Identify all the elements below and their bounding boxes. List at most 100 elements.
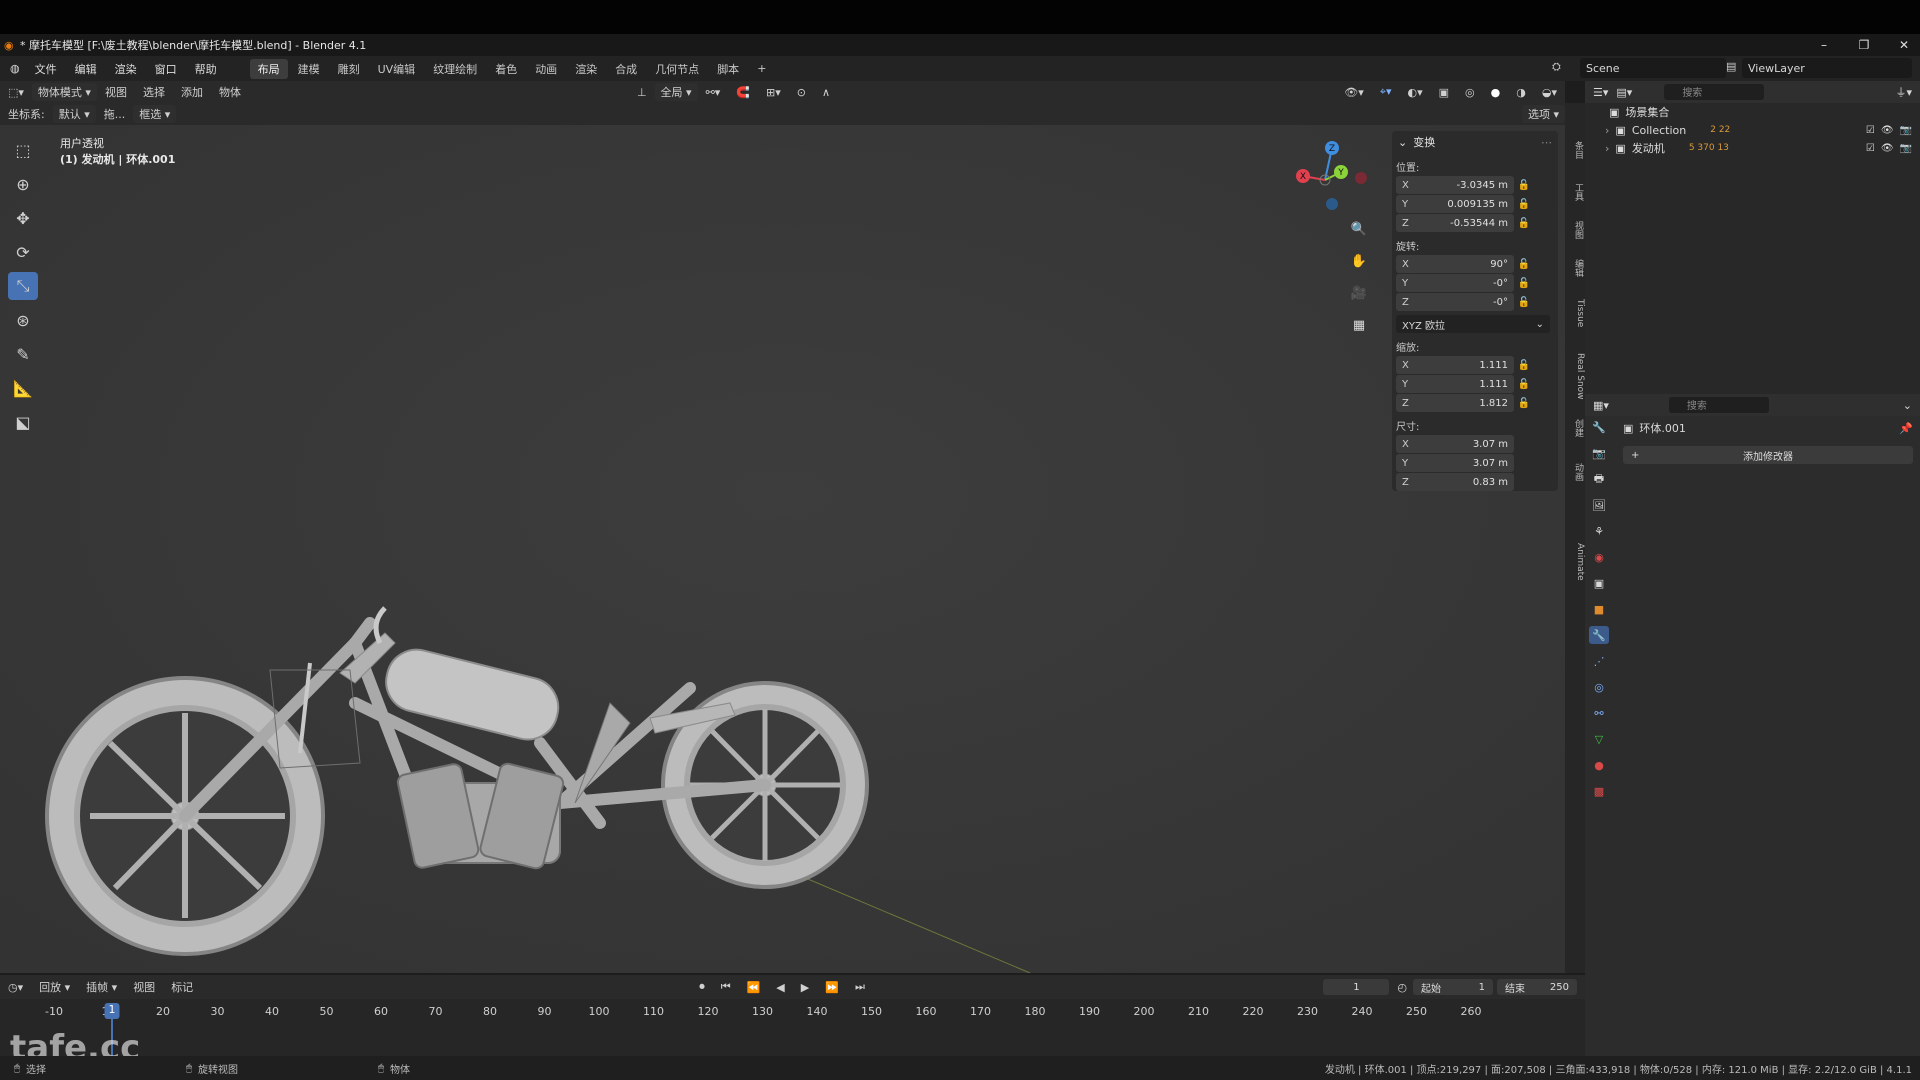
lock-icon[interactable]: 🔓 — [1514, 180, 1534, 191]
tab-shading[interactable]: 着色 — [487, 59, 525, 79]
end-frame-field[interactable]: 结束 250 — [1497, 979, 1577, 995]
menu-object[interactable]: 物体 — [211, 84, 249, 100]
orientation-dropdown[interactable]: 全局 ▾ — [654, 83, 698, 101]
rotation-mode-dropdown[interactable]: XYZ 欧拉 ⌄ — [1396, 315, 1550, 333]
output-tab-icon[interactable]: 🖶 — [1589, 470, 1609, 488]
dimensions-y-field[interactable]: Y 3.07 m — [1396, 454, 1514, 472]
tab-uv-editing[interactable]: UV编辑 — [370, 59, 424, 79]
falloff-icon[interactable]: ∧ — [814, 86, 838, 99]
dimensions-z-field[interactable]: Z 0.83 m — [1396, 473, 1514, 491]
rotate-tool-icon[interactable]: ⟳ — [8, 238, 38, 266]
cursor-tool-icon[interactable]: ⊕ — [8, 170, 38, 198]
add-cube-tool-icon[interactable]: ⬕ — [8, 408, 38, 436]
modifier-tab-icon[interactable]: 🔧 — [1589, 626, 1609, 644]
tab-sculpting[interactable]: 雕刻 — [330, 59, 368, 79]
record-icon[interactable]: ⏺ — [691, 980, 713, 994]
editor-type-icon[interactable]: ⬚▾ — [0, 86, 32, 99]
lock-icon[interactable]: 🔓 — [1514, 297, 1534, 308]
lock-icon[interactable]: 🔓 — [1514, 278, 1534, 289]
snap-target-icon[interactable]: ⊞▾ — [758, 86, 789, 99]
select-box-tool-icon[interactable]: ⬚ — [8, 136, 38, 164]
checkbox-icon[interactable]: ☑ — [1866, 143, 1875, 154]
menu-select[interactable]: 选择 — [135, 84, 173, 100]
coord-dropdown[interactable]: 默认 ▾ — [52, 105, 96, 123]
timeline[interactable]: -101020304050607080901001101201301401501… — [0, 999, 1585, 1056]
sidebar-tab-animate[interactable]: Animate — [1565, 543, 1585, 581]
properties-search-input[interactable]: 搜索 — [1668, 397, 1769, 413]
lock-icon[interactable]: 🔓 — [1514, 199, 1534, 210]
scale-tool-icon[interactable]: ⤡ — [8, 272, 38, 300]
navigation-gizmo[interactable]: Z Y X — [1295, 136, 1375, 216]
menu-add[interactable]: 添加 — [173, 84, 211, 100]
zoom-icon[interactable]: 🔍 — [1348, 218, 1370, 240]
physics-tab-icon[interactable]: ◎ — [1589, 678, 1609, 696]
menu-view[interactable]: 视图 — [97, 84, 135, 100]
mode-dropdown[interactable]: 物体模式 ▾ — [31, 83, 97, 101]
pin-icon[interactable]: 📌 — [1899, 422, 1913, 435]
3d-viewport[interactable] — [0, 103, 1565, 973]
playhead-frame[interactable]: 1 — [104, 1003, 120, 1019]
sidebar-tab-tool[interactable]: 工具 — [1565, 183, 1585, 201]
rotation-x-field[interactable]: X 90° — [1396, 255, 1514, 273]
ortho-grid-icon[interactable]: ▦ — [1348, 314, 1370, 336]
eye-icon[interactable]: 👁 — [1881, 125, 1894, 136]
solid-shading-icon[interactable]: ● — [1483, 86, 1509, 99]
outliner-root-row[interactable]: ▣ 场景集合 — [1585, 103, 1920, 121]
properties-editor-icon[interactable]: ▦▾ — [1593, 399, 1609, 412]
sidebar-tab-create[interactable]: 创建 — [1565, 419, 1585, 437]
jump-end-icon[interactable]: ⏭ — [847, 980, 873, 994]
proportional-edit-icon[interactable]: ⊙ — [789, 86, 814, 99]
scale-z-field[interactable]: Z 1.812 — [1396, 394, 1514, 412]
menu-keying[interactable]: 插帧 ▾ — [78, 979, 125, 995]
display-mode-icon[interactable]: ▤▾ — [1616, 86, 1632, 99]
scene-tab-icon[interactable]: ⚘ — [1589, 522, 1609, 540]
material-tab-icon[interactable]: ● — [1589, 756, 1609, 774]
select-mode-dropdown[interactable]: 框选 ▾ — [133, 105, 177, 123]
blender-menu-icon[interactable]: ◍ — [0, 62, 26, 75]
minimize-button[interactable]: – — [1816, 38, 1832, 52]
collection-tab-icon[interactable]: ▣ — [1589, 574, 1609, 592]
outliner-item-engine[interactable]: › ▣ 发动机 5 370 13 ☑ 👁 📷 — [1585, 139, 1920, 157]
render-tab-icon[interactable]: 📷 — [1589, 444, 1609, 462]
outliner-editor-icon[interactable]: ☰▾ — [1593, 86, 1608, 99]
rotation-y-field[interactable]: Y -0° — [1396, 274, 1514, 292]
tab-compositing[interactable]: 合成 — [607, 59, 645, 79]
particles-tab-icon[interactable]: ⋰ — [1589, 652, 1609, 670]
lock-icon[interactable]: 🔓 — [1514, 398, 1534, 409]
rendered-shading-icon[interactable]: ◒▾ — [1534, 86, 1565, 99]
scene-selector[interactable]: Scene — [1580, 58, 1726, 78]
dimensions-x-field[interactable]: X 3.07 m — [1396, 435, 1514, 453]
menu-playback[interactable]: 回放 ▾ — [31, 979, 78, 995]
sidebar-tab-real-snow[interactable]: Real Snow — [1565, 353, 1585, 400]
object-tab-icon[interactable]: ■ — [1589, 600, 1609, 618]
lock-icon[interactable]: 🔓 — [1514, 360, 1534, 371]
snap-icon[interactable]: 🧲 — [728, 86, 758, 99]
lock-icon[interactable]: 🔓 — [1514, 379, 1534, 390]
sidebar-tab-item[interactable]: 条目 — [1565, 141, 1585, 159]
menu-marker[interactable]: 标记 — [163, 979, 201, 995]
outliner-item-collection[interactable]: › ▣ Collection 2 22 ☑ 👁 📷 — [1585, 121, 1920, 139]
prev-keyframe-icon[interactable]: ⏪ — [739, 981, 769, 994]
add-workspace-button[interactable]: + — [749, 60, 774, 77]
transform-tool-icon[interactable]: ⊛ — [8, 306, 38, 334]
transform-section-header[interactable]: ⌄ 变换 ⋯ — [1392, 131, 1558, 153]
start-frame-field[interactable]: 起始 1 — [1413, 979, 1493, 995]
location-x-field[interactable]: X -3.0345 m — [1396, 176, 1514, 194]
next-keyframe-icon[interactable]: ⏩ — [817, 981, 847, 994]
constraints-tab-icon[interactable]: ⚯ — [1589, 704, 1609, 722]
filter-icon[interactable]: ⏚▾ — [1895, 84, 1912, 100]
drag-handle-icon[interactable]: ⋯ — [1541, 136, 1552, 149]
sidebar-tab-edit[interactable]: 编辑 — [1565, 259, 1585, 277]
tab-modeling[interactable]: 建模 — [290, 59, 328, 79]
visibility-icon[interactable]: 👁▾ — [1336, 86, 1372, 99]
pivot-icon[interactable]: ⚯▾ — [698, 86, 729, 99]
world-tab-icon[interactable]: ◉ — [1589, 548, 1609, 566]
rotation-z-field[interactable]: Z -0° — [1396, 293, 1514, 311]
tab-animation[interactable]: 动画 — [527, 59, 565, 79]
lock-icon[interactable]: 🔓 — [1514, 218, 1534, 229]
data-tab-icon[interactable]: ▽ — [1589, 730, 1609, 748]
menu-render[interactable]: 渲染 — [106, 61, 146, 77]
options-dropdown[interactable]: 选项 ▾ — [1521, 105, 1565, 123]
location-y-field[interactable]: Y 0.009135 m — [1396, 195, 1514, 213]
menu-timeline-view[interactable]: 视图 — [125, 979, 163, 995]
